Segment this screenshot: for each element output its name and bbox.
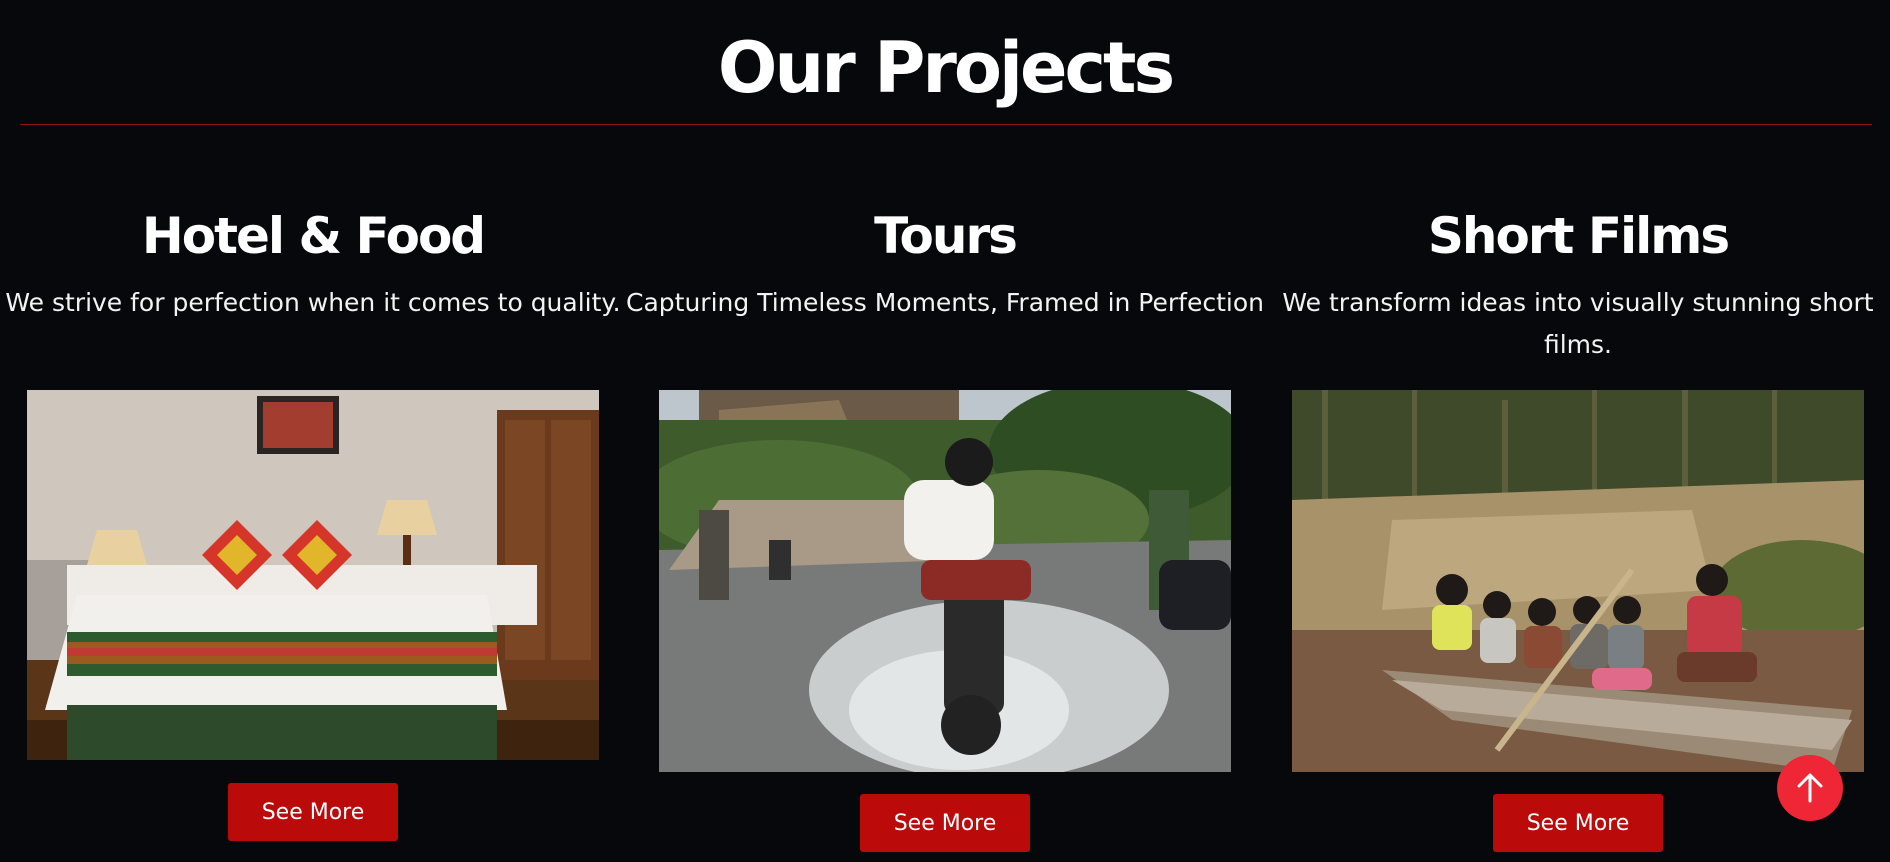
- project-card-hotel-food: Hotel & Food We strive for perfection wh…: [5, 200, 621, 862]
- project-title: Tours: [874, 207, 1018, 265]
- hotel-room-image: [27, 390, 599, 760]
- project-card-tours: Tours Capturing Timeless Moments, Framed…: [626, 200, 1264, 862]
- boat-film-image: [1292, 390, 1864, 772]
- see-more-button[interactable]: See More: [228, 783, 398, 841]
- motorcycle-tour-image: [659, 390, 1231, 772]
- page-title: Our Projects: [717, 27, 1175, 109]
- project-card-short-films: Short Films We transform ideas into visu…: [1282, 200, 1874, 862]
- see-more-button[interactable]: See More: [1493, 794, 1663, 852]
- see-more-button[interactable]: See More: [860, 794, 1030, 852]
- project-title: Hotel & Food: [141, 207, 486, 265]
- project-description: We strive for perfection when it comes t…: [5, 288, 621, 317]
- title-divider: [20, 124, 1872, 125]
- project-description: We transform ideas into visually stunnin…: [1282, 288, 1874, 359]
- project-description: Capturing Timeless Moments, Framed in Pe…: [626, 288, 1264, 317]
- arrow-up-icon: [1796, 773, 1824, 803]
- scroll-to-top-button[interactable]: [1777, 755, 1843, 821]
- project-title: Short Films: [1427, 207, 1730, 265]
